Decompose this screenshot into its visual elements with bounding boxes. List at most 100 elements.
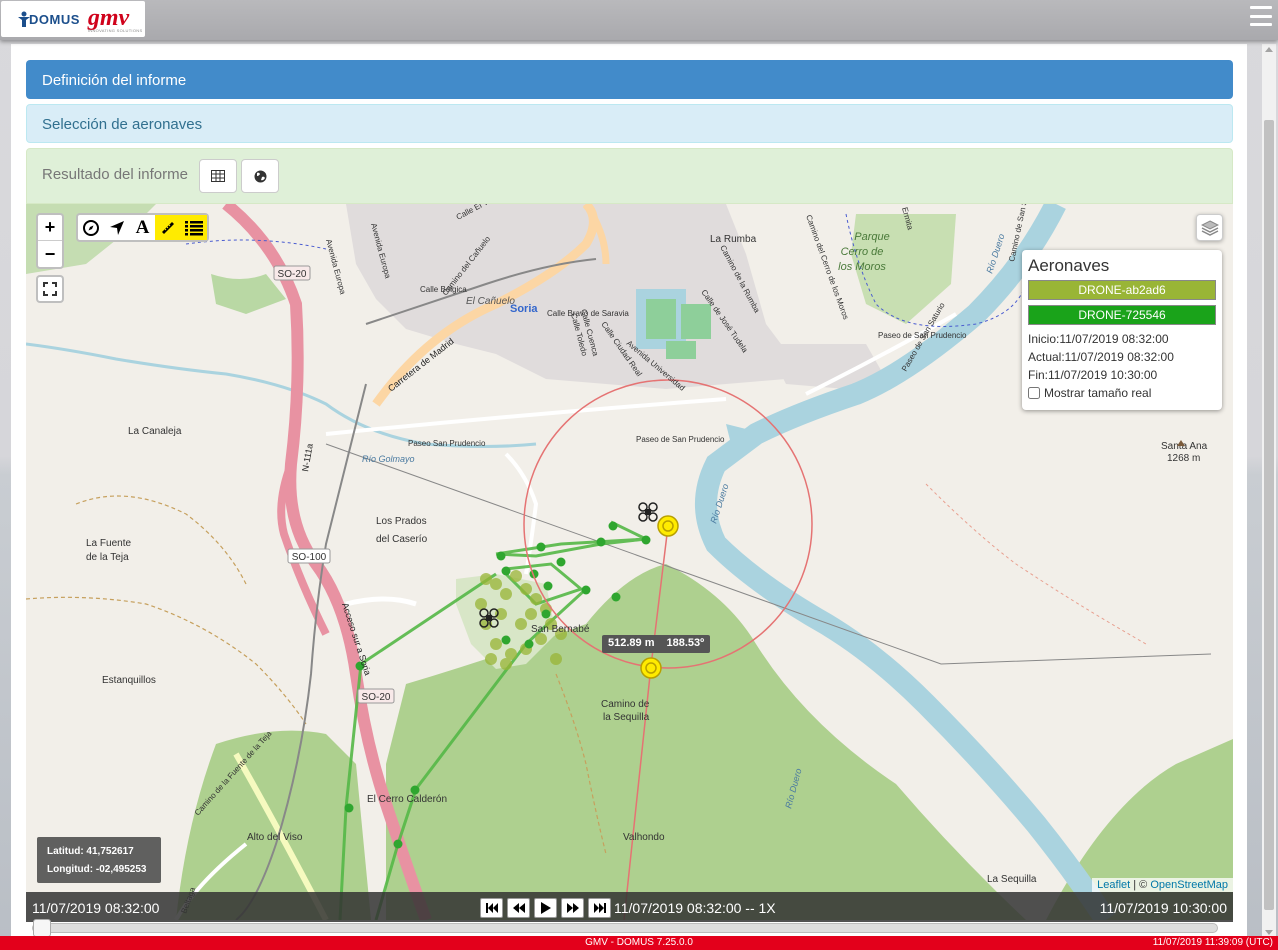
fast-forward-button[interactable]	[561, 898, 584, 918]
measure-button[interactable]	[155, 215, 182, 240]
real-size-checkbox[interactable]	[1028, 387, 1040, 399]
svg-text:SO-20: SO-20	[362, 692, 391, 703]
svg-text:la Sequilla: la Sequilla	[603, 712, 650, 723]
logo[interactable]: DOMUS gmv INNOVATING SOLUTIONS	[1, 1, 145, 37]
map-toolbar: A	[76, 213, 209, 242]
table-icon	[211, 170, 225, 182]
location-arrow-icon	[109, 220, 124, 235]
osm-link[interactable]: OpenStreetMap	[1150, 879, 1228, 891]
accordion-definition[interactable]: Definición del informe	[26, 60, 1233, 99]
start-time: Inicio:11/07/2019 08:32:00	[1028, 332, 1169, 346]
svg-text:San Bernabé: San Bernabé	[531, 624, 590, 635]
svg-text:del Caserío: del Caserío	[376, 534, 428, 545]
latitude: Latitud: 41,752617	[47, 846, 134, 857]
list-icon	[185, 220, 204, 235]
svg-text:La Rumba: La Rumba	[710, 234, 757, 245]
top-bar: DOMUS gmv INNOVATING SOLUTIONS	[0, 0, 1278, 40]
fullscreen-icon	[43, 282, 57, 296]
utc-time: 11/07/2019 11:39:09 (UTC)	[1152, 937, 1273, 948]
playback-controls	[480, 898, 611, 918]
svg-text:Río Golmayo: Río Golmayo	[362, 454, 415, 464]
globe-icon	[254, 170, 266, 182]
play-button[interactable]	[534, 898, 557, 918]
scrollbar[interactable]	[1262, 44, 1276, 938]
cursor-coordinates: Latitud: 41,752617 Longitud: -02,495253	[37, 837, 161, 883]
svg-text:Alto del Viso: Alto del Viso	[247, 832, 303, 843]
bearing-value: 188.53º	[666, 637, 705, 649]
zoom-out-button[interactable]: −	[38, 241, 62, 267]
zoom-in-button[interactable]: +	[38, 215, 62, 241]
svg-text:Camino de: Camino de	[601, 699, 650, 710]
domus-logo: DOMUS	[17, 11, 80, 27]
drone-item[interactable]: DRONE-725546	[1028, 305, 1216, 325]
real-size-option[interactable]: Mostrar tamaño real	[1028, 386, 1216, 400]
svg-text:SO-20: SO-20	[278, 269, 307, 280]
menu-icon[interactable]	[1250, 6, 1272, 26]
svg-text:Estanquillos: Estanquillos	[102, 675, 156, 686]
text-tool-button[interactable]: A	[130, 215, 156, 240]
layers-icon	[1200, 219, 1219, 236]
svg-text:Cerro de: Cerro de	[841, 246, 884, 258]
svg-text:1268 m: 1268 m	[1167, 453, 1200, 464]
svg-text:Paseo San Prudencio: Paseo San Prudencio	[408, 439, 486, 448]
map[interactable]: SO-20 SO-100 SO-20 La Rumba Parque Cerro…	[26, 204, 1233, 920]
svg-text:Soria: Soria	[510, 303, 538, 315]
accordion-definition-label: Definición del informe	[42, 72, 187, 89]
drone-item[interactable]: DRONE-ab2ad6	[1028, 280, 1216, 300]
text-icon: A	[135, 216, 150, 238]
ruler-icon	[162, 221, 175, 234]
gmv-text: gmv	[87, 4, 130, 31]
measure-label: 512.89 m 188.53º	[602, 635, 711, 653]
compass-button[interactable]	[78, 215, 104, 240]
table-view-button[interactable]	[199, 159, 237, 193]
svg-text:El Cañuelo: El Cañuelo	[466, 296, 515, 307]
scroll-up-icon[interactable]	[1265, 47, 1273, 52]
svg-text:Paseo de San Prudencio: Paseo de San Prudencio	[636, 435, 725, 444]
list-button[interactable]	[181, 215, 207, 240]
playback-start: 11/07/2019 08:32:00	[32, 900, 160, 916]
accordion-selection-label: Selección de aeronaves	[42, 116, 203, 133]
gmv-subtitle: INNOVATING SOLUTIONS	[87, 27, 143, 33]
skip-start-button[interactable]	[480, 898, 503, 918]
skip-start-icon	[485, 903, 498, 913]
attribution-separator: | ©	[1130, 879, 1151, 891]
svg-text:La Canaleja: La Canaleja	[128, 426, 182, 437]
rewind-icon	[512, 903, 525, 913]
aeronaves-panel: Aeronaves DRONE-ab2ad6 DRONE-725546 Inic…	[1022, 250, 1222, 410]
scroll-down-icon[interactable]	[1265, 930, 1273, 935]
longitude: Longitud: -02,495253	[47, 864, 147, 875]
skip-end-icon	[593, 903, 606, 913]
layers-button[interactable]	[1196, 214, 1223, 241]
map-attribution: Leaflet | © OpenStreetMap	[1092, 878, 1233, 892]
fast-forward-icon	[566, 903, 579, 913]
svg-text:N-111a: N-111a	[300, 443, 315, 472]
end-time: Fin:11/07/2019 10:30:00	[1028, 368, 1158, 382]
navigate-button[interactable]	[104, 215, 130, 240]
time-slider-handle[interactable]	[33, 919, 51, 937]
real-size-label: Mostrar tamaño real	[1044, 386, 1152, 400]
distance-value: 512.89 m	[608, 637, 655, 649]
map-view-button[interactable]	[241, 159, 279, 193]
zoom-control: + −	[36, 213, 64, 269]
leaflet-link[interactable]: Leaflet	[1097, 879, 1130, 891]
svg-text:El Cerro Calderón: El Cerro Calderón	[367, 794, 447, 805]
time-slider[interactable]	[32, 923, 1218, 933]
svg-text:Los Prados: Los Prados	[376, 516, 427, 527]
accordion-selection[interactable]: Selección de aeronaves	[26, 104, 1233, 143]
version-text: GMV - DOMUS 7.25.0.0	[585, 937, 693, 948]
fullscreen-button[interactable]	[36, 275, 64, 303]
skip-end-button[interactable]	[588, 898, 611, 918]
svg-text:Avenida Europa: Avenida Europa	[324, 238, 348, 296]
svg-text:Valhondo: Valhondo	[623, 832, 665, 843]
playback-end: 11/07/2019 10:30:00	[1099, 900, 1227, 916]
svg-text:Santa Ana: Santa Ana	[1161, 441, 1208, 452]
scroll-thumb[interactable]	[1264, 120, 1274, 910]
accordion-result[interactable]: Resultado del informe	[26, 148, 1233, 204]
svg-text:Carretera de Madrid: Carretera de Madrid	[386, 336, 456, 393]
svg-text:SO-100: SO-100	[292, 552, 327, 563]
domus-text: DOMUS	[29, 12, 80, 27]
svg-text:La Fuente: La Fuente	[86, 538, 131, 549]
playback-bar: 11/07/2019 08:32:00 11/07/2019 08:32:00 …	[26, 892, 1233, 922]
svg-text:los Moros: los Moros	[838, 261, 886, 273]
rewind-button[interactable]	[507, 898, 530, 918]
